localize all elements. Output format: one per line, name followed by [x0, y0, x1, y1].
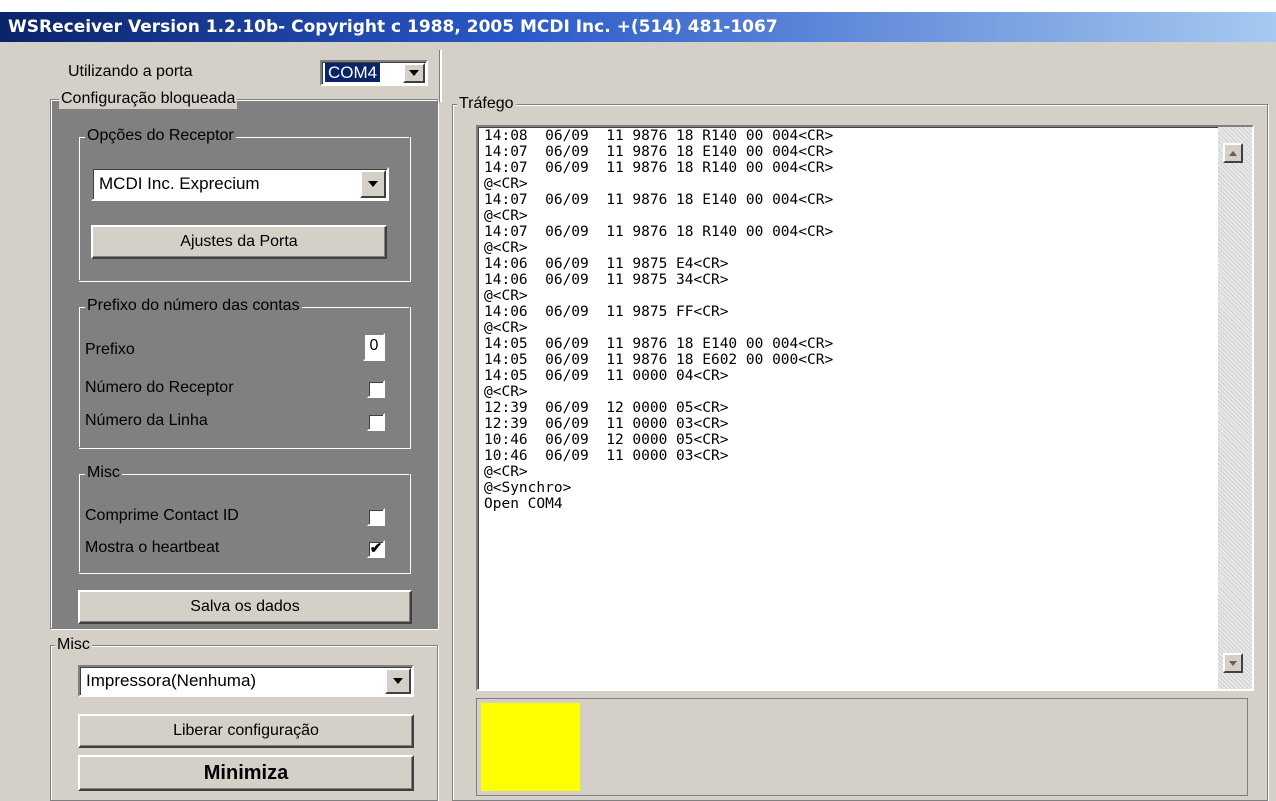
chevron-down-icon[interactable]	[403, 63, 425, 83]
traffic-scrollbar[interactable]	[1218, 127, 1252, 689]
receiver-value: MCDI Inc. Exprecium	[99, 174, 260, 193]
port-settings-button[interactable]: Ajustes da Porta	[91, 225, 387, 259]
show-heartbeat-label: Mostra o heartbeat	[85, 539, 220, 556]
show-heartbeat-checkbox[interactable]: ✔	[367, 540, 385, 558]
account-prefix-group: Prefixo do número das contas Prefixo 0 N…	[78, 296, 410, 448]
title-bar: WSReceiver Version 1.2.10b- Copyright c …	[0, 12, 1276, 42]
receiver-number-label: Número do Receptor	[85, 379, 234, 396]
minimize-button[interactable]: Minimiza	[78, 755, 414, 791]
port-value: COM4	[325, 63, 381, 82]
receiver-options-title: Opções do Receptor	[85, 126, 236, 146]
save-data-button[interactable]: Salva os dados	[78, 590, 412, 624]
line-number-checkbox[interactable]	[367, 413, 385, 431]
checkmark-icon: ✔	[369, 540, 383, 557]
status-indicator	[481, 703, 580, 791]
locked-misc-title: Misc	[85, 463, 122, 483]
status-panel	[476, 698, 1248, 796]
line-number-label: Número da Linha	[85, 412, 208, 429]
prefix-input[interactable]: 0	[363, 333, 385, 361]
scroll-down-icon[interactable]	[1223, 653, 1243, 673]
port-select[interactable]: COM4	[320, 60, 428, 86]
compress-contact-id-label: Comprime Contact ID	[85, 507, 239, 524]
printer-value: Impressora(Nenhuma)	[86, 671, 257, 690]
release-config-button[interactable]: Liberar configuração	[78, 714, 414, 748]
locked-config-title: Configuração bloqueada	[59, 89, 238, 109]
port-label: Utilizando a porta	[68, 63, 193, 80]
locked-config-group: Configuração bloqueada Opções do Recepto…	[50, 89, 438, 629]
chevron-down-icon[interactable]	[360, 170, 386, 198]
misc-group: Misc Impressora(Nenhuma) Liberar configu…	[50, 635, 438, 801]
traffic-log[interactable]: 14:08 06/09 11 9876 18 R140 00 004<CR> 1…	[476, 125, 1254, 691]
compress-contact-id-checkbox[interactable]	[367, 508, 385, 526]
chevron-down-icon[interactable]	[385, 668, 411, 694]
prefix-label: Prefixo	[85, 341, 135, 358]
account-prefix-title: Prefixo do número das contas	[85, 296, 302, 316]
printer-select[interactable]: Impressora(Nenhuma)	[78, 665, 414, 697]
traffic-text: 14:08 06/09 11 9876 18 R140 00 004<CR> 1…	[484, 128, 834, 512]
receiver-select[interactable]: MCDI Inc. Exprecium	[91, 167, 389, 201]
scroll-up-icon[interactable]	[1223, 143, 1243, 163]
app-window: WSReceiver Version 1.2.10b- Copyright c …	[0, 12, 1276, 801]
misc-title: Misc	[55, 635, 92, 655]
separator	[439, 50, 442, 102]
traffic-title: Tráfego	[457, 94, 516, 114]
receiver-number-checkbox[interactable]	[367, 380, 385, 398]
locked-misc-group: Misc Comprime Contact ID Mostra o heartb…	[78, 463, 410, 573]
receiver-options-group: Opções do Receptor MCDI Inc. Exprecium A…	[78, 126, 410, 281]
